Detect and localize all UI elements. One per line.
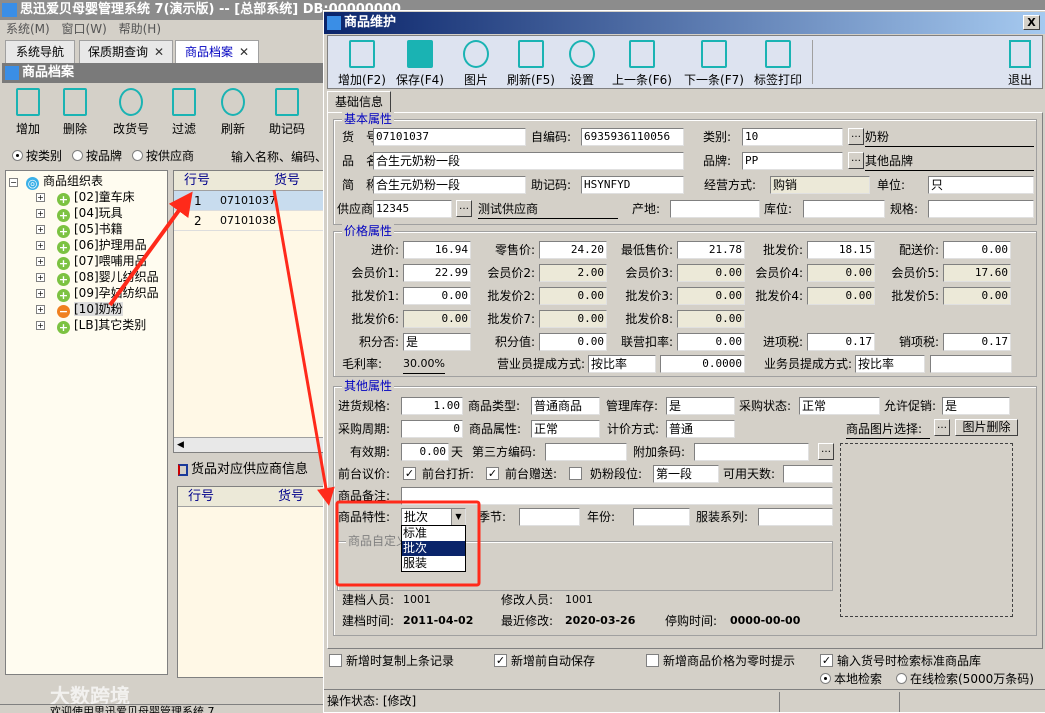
button-label: 增加 bbox=[15, 122, 40, 136]
button-label: 助记码 bbox=[268, 122, 305, 136]
annotation-arrows bbox=[108, 189, 481, 587]
annotation-highlight-box bbox=[335, 500, 481, 587]
change-code-icon bbox=[119, 88, 143, 116]
archive-toolbar-button-2[interactable]: 改货号 bbox=[106, 88, 156, 137]
refresh-icon bbox=[221, 88, 245, 116]
button-label: 过滤 bbox=[171, 122, 196, 136]
archive-toolbar-button-3[interactable]: 过滤 bbox=[159, 88, 209, 137]
tab-1[interactable]: 保质期查询 ✕ bbox=[79, 40, 173, 63]
button-label: 删除 bbox=[62, 122, 87, 136]
delete-file-icon bbox=[63, 88, 87, 116]
tab-2[interactable]: 商品档案 ✕ bbox=[175, 40, 259, 63]
tab-label: 系统导航 bbox=[15, 45, 64, 59]
archive-toolbar-button-1[interactable]: 删除 bbox=[50, 88, 100, 137]
tab-label: 商品档案 bbox=[184, 45, 233, 59]
annotation-arrow bbox=[108, 191, 193, 307]
annotation-arrow bbox=[272, 189, 335, 506]
mnemonic-icon bbox=[275, 88, 299, 116]
close-tab-icon[interactable]: ✕ bbox=[239, 45, 249, 59]
tab-0[interactable]: 系统导航 bbox=[5, 40, 75, 63]
archive-toolbar-button-0[interactable]: 增加 bbox=[3, 88, 53, 137]
add-file-icon bbox=[16, 88, 40, 116]
button-label: 刷新 bbox=[220, 122, 245, 136]
tab-label: 保质期查询 bbox=[87, 45, 148, 59]
archive-toolbar-button-5[interactable]: 助记码 bbox=[262, 88, 312, 137]
filter-icon bbox=[172, 88, 196, 116]
close-tab-icon[interactable]: ✕ bbox=[154, 45, 164, 59]
button-label: 改货号 bbox=[112, 122, 149, 136]
archive-toolbar-button-4[interactable]: 刷新 bbox=[208, 88, 258, 137]
